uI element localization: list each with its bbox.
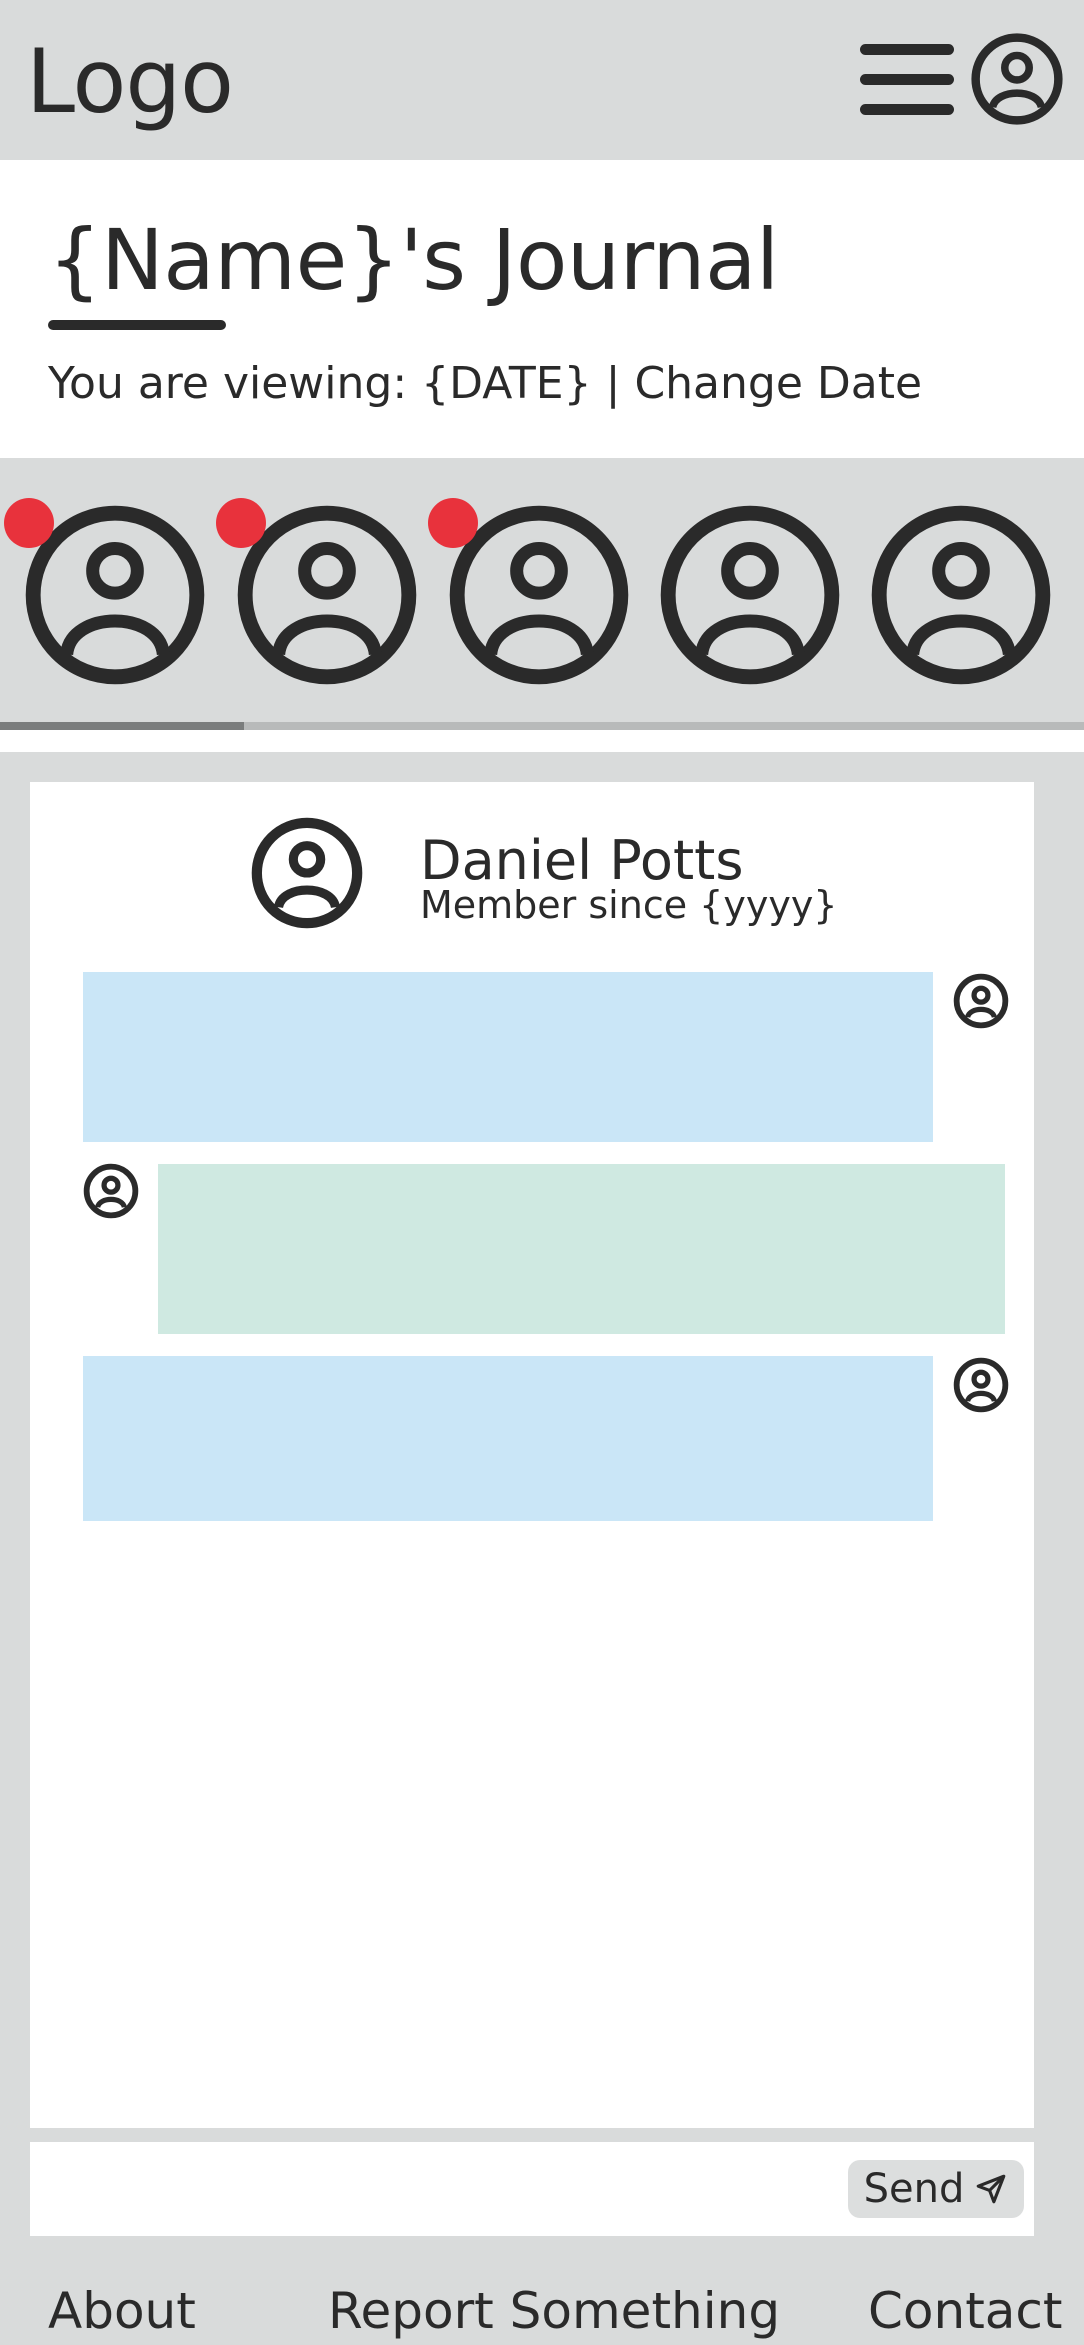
viewing-date-label: You are viewing: {DATE} xyxy=(48,358,592,409)
story-avatar-5[interactable] xyxy=(868,502,1054,688)
user-circle-icon xyxy=(660,505,840,685)
chat-header: Daniel Potts Member since {yyyy} xyxy=(30,782,1034,932)
story-avatar-3[interactable] xyxy=(428,498,632,688)
user-circle-icon xyxy=(953,1357,1009,1413)
paper-plane-icon xyxy=(977,2174,1006,2204)
story-avatar-2[interactable] xyxy=(216,498,420,688)
user-circle-icon[interactable] xyxy=(250,816,364,930)
send-button[interactable]: Send xyxy=(848,2160,1024,2218)
page-title: {Name}'s Journal xyxy=(48,211,779,309)
user-circle-icon xyxy=(871,505,1051,685)
story-bar xyxy=(0,458,1084,728)
message-bubble-sent xyxy=(83,1356,933,1521)
title-underline xyxy=(48,320,226,330)
change-date-link[interactable]: Change Date xyxy=(634,358,922,409)
divider xyxy=(0,730,1084,752)
top-bar: Logo xyxy=(0,0,1084,160)
unread-indicator xyxy=(428,498,478,548)
footer-link-report[interactable]: Report Something xyxy=(328,2286,780,2336)
logo[interactable]: Logo xyxy=(26,38,234,126)
unread-indicator xyxy=(216,498,266,548)
member-since: Member since {yyyy} xyxy=(420,883,838,927)
story-avatar-4[interactable] xyxy=(657,502,843,688)
chat-panel: Daniel Potts Member since {yyyy} xyxy=(30,782,1034,2128)
journal-header: {Name}'s Journal You are viewing: {DATE}… xyxy=(0,160,1084,458)
user-circle-icon xyxy=(83,1163,139,1219)
user-circle-icon xyxy=(953,973,1009,1029)
message-input[interactable] xyxy=(30,2142,830,2236)
hamburger-menu-icon[interactable] xyxy=(860,44,954,116)
story-scroll-thumb[interactable] xyxy=(0,722,244,730)
user-circle-icon[interactable] xyxy=(970,32,1064,126)
footer-link-about[interactable]: About xyxy=(48,2286,196,2336)
footer-link-contact[interactable]: Contact xyxy=(868,2286,1063,2336)
message-bubble-sent xyxy=(83,972,933,1142)
unread-indicator xyxy=(4,498,54,548)
send-label: Send xyxy=(863,2166,965,2212)
story-scroll-track[interactable] xyxy=(0,722,1084,730)
story-avatar-1[interactable] xyxy=(4,498,208,688)
date-row: You are viewing: {DATE} | Change Date xyxy=(48,358,922,411)
message-composer: Send xyxy=(30,2142,1034,2236)
message-bubble-received xyxy=(158,1164,1005,1334)
separator: | xyxy=(605,358,621,409)
footer: About Report Something Contact xyxy=(0,2236,1084,2345)
contact-name: Daniel Potts xyxy=(420,829,744,892)
